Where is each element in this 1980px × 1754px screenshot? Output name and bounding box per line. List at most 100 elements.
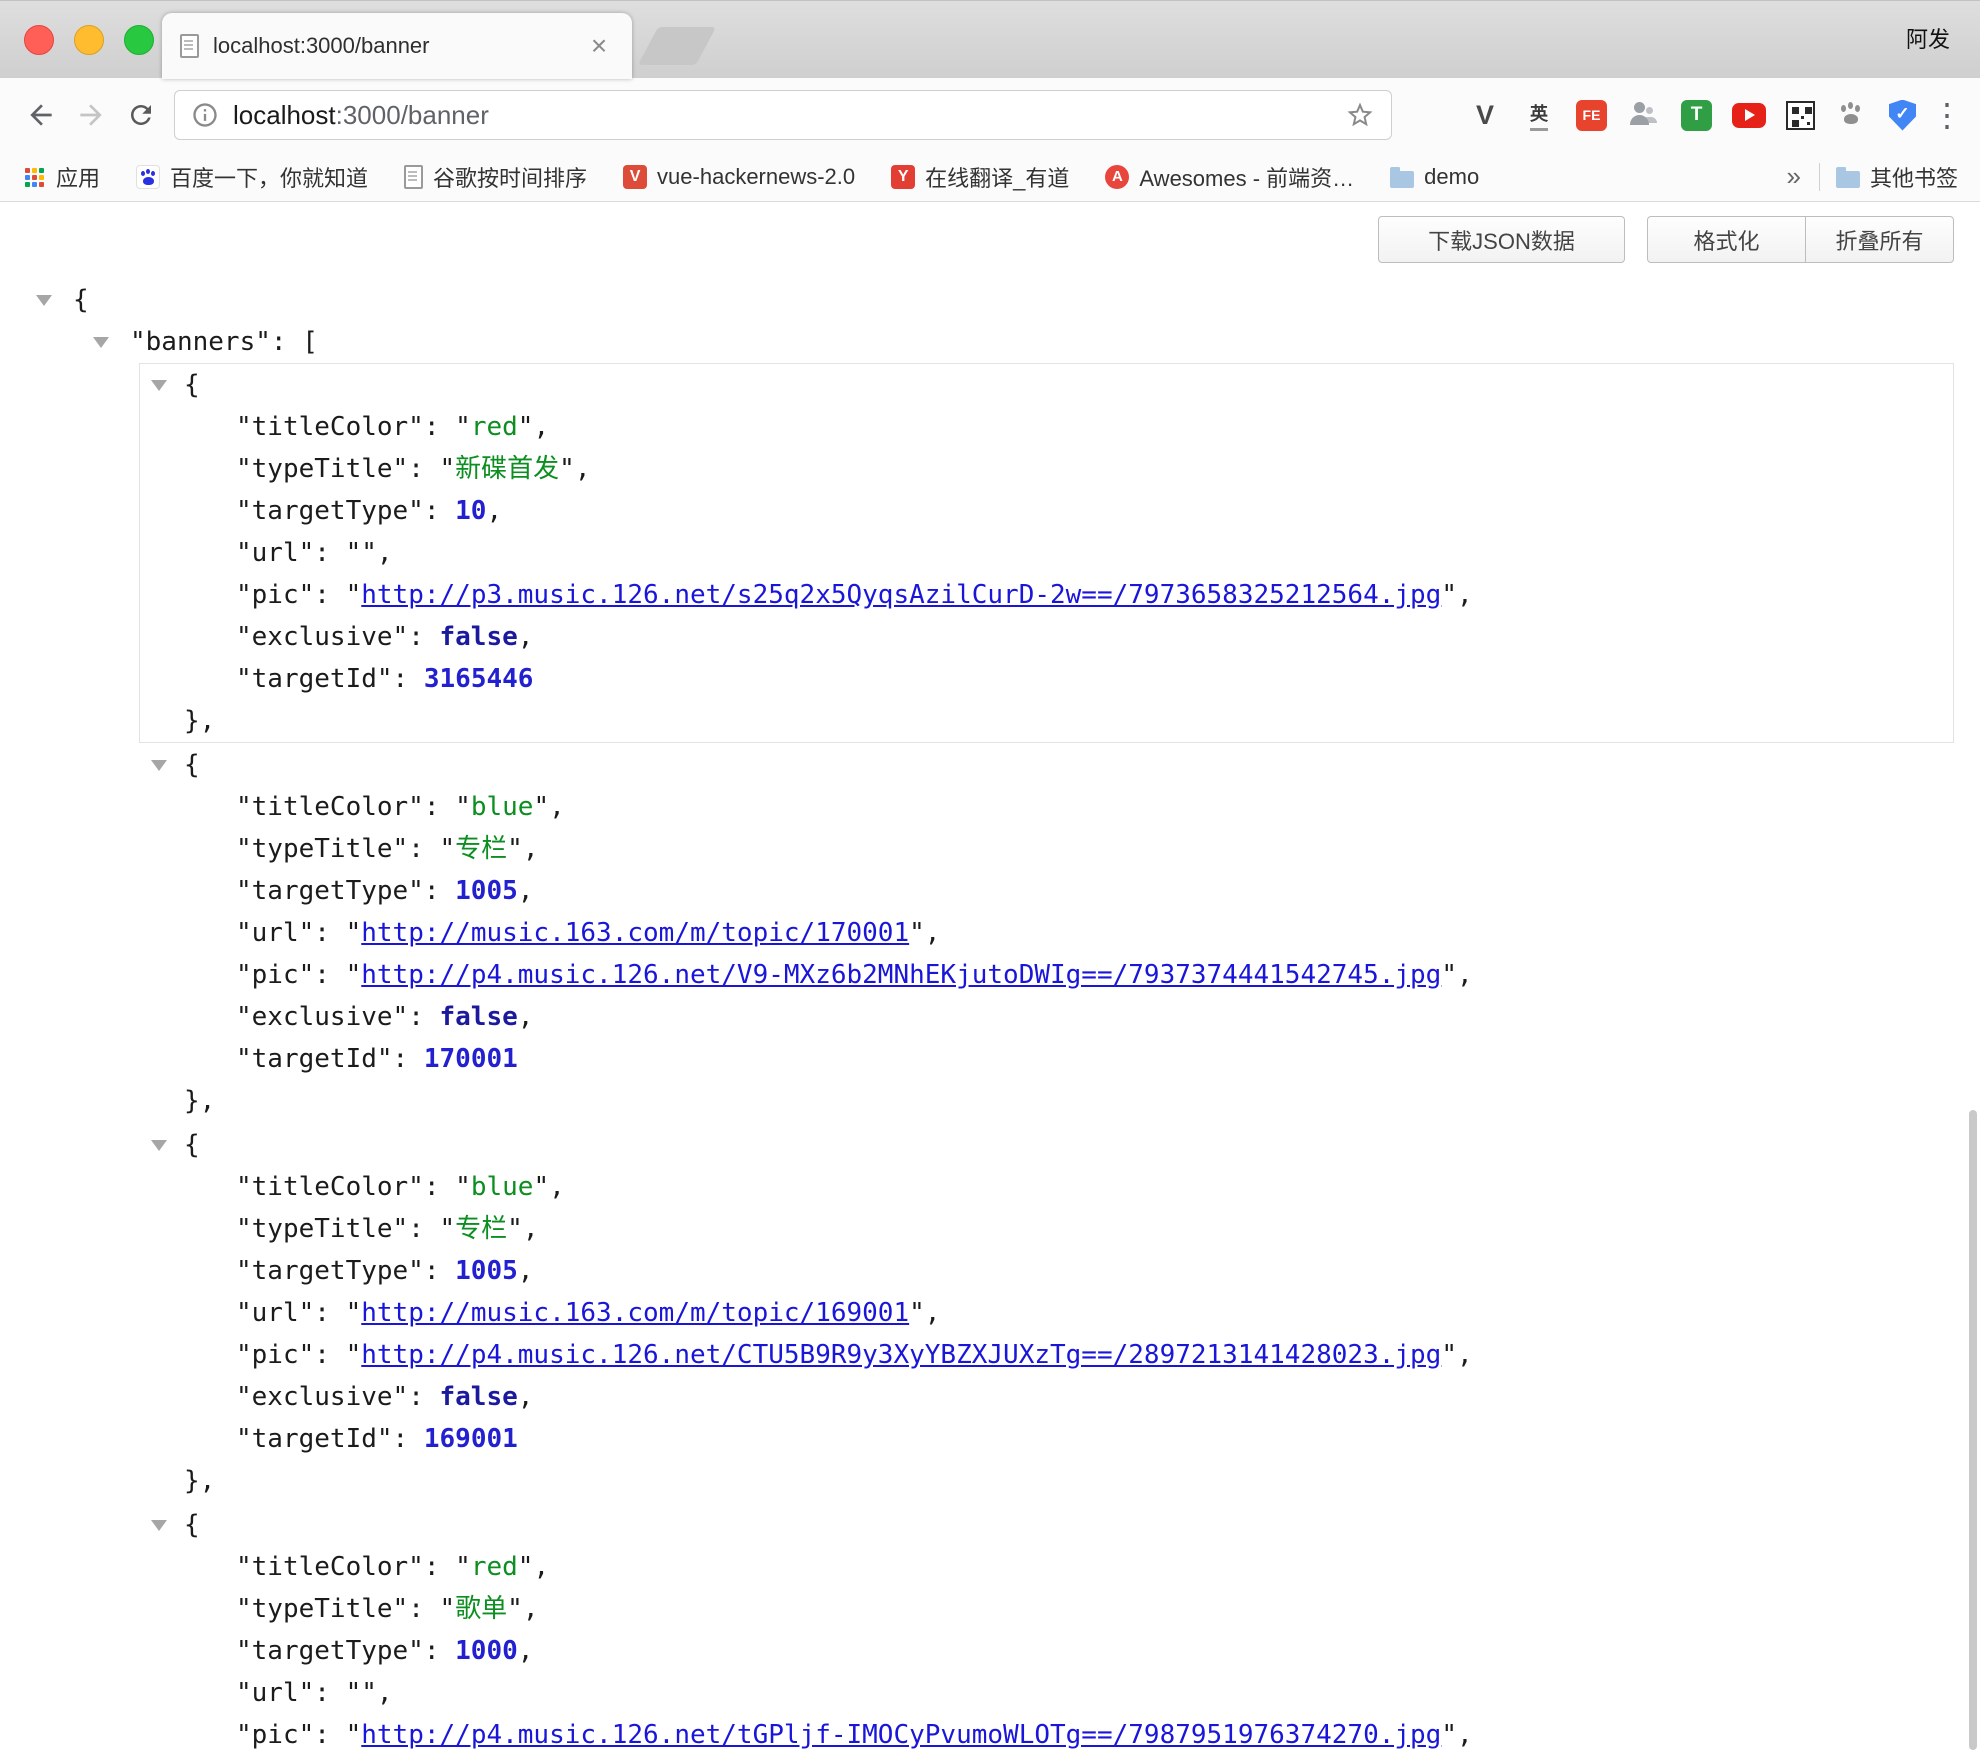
translate-icon[interactable]: 英: [1522, 98, 1556, 132]
download-json-button[interactable]: 下载JSON数据: [1378, 216, 1625, 263]
bookmark-item[interactable]: Y 在线翻译_有道: [891, 161, 1069, 193]
json-url-link[interactable]: http://music.163.com/m/topic/169001: [361, 1298, 909, 1328]
json-url-link[interactable]: http://p4.music.126.net/V9-MXz6b2MNhEKju…: [361, 960, 1441, 990]
json-line: "url": "http://music.163.com/m/topic/170…: [140, 912, 1953, 954]
json-punctuation: ": [440, 1214, 456, 1244]
json-key: "pic": [236, 960, 314, 990]
bookmark-item[interactable]: Vvue-hackernews-2.0: [623, 164, 855, 190]
qr-code-icon[interactable]: [1786, 101, 1815, 130]
bookmarks-divider: [1819, 163, 1820, 191]
awesomes-icon: A: [1105, 165, 1129, 189]
people-icon[interactable]: [1627, 98, 1661, 132]
back-button[interactable]: [16, 90, 66, 140]
fe-icon[interactable]: FE: [1576, 100, 1607, 131]
json-line: "exclusive": false,: [140, 616, 1953, 658]
other-bookmarks-item[interactable]: 其他书签: [1836, 161, 1958, 193]
json-punctuation: ": [346, 538, 362, 568]
shield-t-icon[interactable]: T: [1681, 100, 1712, 131]
play-icon[interactable]: [1732, 103, 1766, 128]
close-window-button[interactable]: [24, 25, 54, 55]
json-punctuation: :: [408, 1382, 439, 1412]
json-line: "banners": [: [0, 321, 1980, 363]
bookmark-item[interactable]: 百度一下，你就知道: [136, 161, 368, 193]
json-line: },: [140, 700, 1953, 742]
browser-window: { "window": { "profile_name": "阿发", "tab…: [0, 0, 1980, 1754]
json-key: "typeTitle": [236, 454, 408, 484]
json-key: "targetType": [236, 1256, 424, 1286]
json-line: "targetType": 1005,: [140, 870, 1953, 912]
bookmark-item[interactable]: demo: [1390, 164, 1479, 190]
json-key: "titleColor": [236, 792, 424, 822]
bookmark-label: Awesomes - 前端资…: [1139, 161, 1354, 193]
address-bar[interactable]: localhost:3000/banner: [174, 90, 1392, 140]
browser-tab[interactable]: localhost:3000/banner: [162, 13, 632, 79]
json-boolean-value: false: [440, 622, 518, 652]
collapse-toggle-icon[interactable]: [151, 380, 167, 391]
json-punctuation: :: [314, 1720, 345, 1750]
other-bookmarks-label: 其他书签: [1870, 161, 1958, 193]
json-punctuation: ,: [523, 834, 539, 864]
paw-icon[interactable]: [1835, 98, 1869, 132]
json-string-value: blue: [471, 1172, 534, 1202]
json-punctuation: :: [314, 918, 345, 948]
json-punctuation: ": [455, 1552, 471, 1582]
reload-button[interactable]: [116, 90, 166, 140]
json-punctuation: ,: [575, 454, 591, 484]
youdao-icon: Y: [891, 165, 915, 189]
json-punctuation: ,: [1457, 960, 1473, 990]
vue-icon: V: [623, 165, 647, 189]
shield-check-icon[interactable]: ✓: [1889, 100, 1916, 131]
json-line: "pic": "http://p4.music.126.net/CTU5B9R9…: [140, 1334, 1953, 1376]
zoom-window-button[interactable]: [124, 25, 154, 55]
bookmark-label: demo: [1424, 164, 1479, 190]
json-boolean-value: false: [440, 1002, 518, 1032]
json-line: "titleColor": "blue",: [140, 1166, 1953, 1208]
json-punctuation: ": [533, 792, 549, 822]
json-line: "exclusive": false,: [140, 996, 1953, 1038]
json-punctuation: :: [424, 496, 455, 526]
browser-menu-icon[interactable]: [1930, 98, 1964, 132]
collapse-toggle-icon[interactable]: [151, 1140, 167, 1151]
json-punctuation: :: [424, 1256, 455, 1286]
json-string-value: blue: [471, 792, 534, 822]
bookmarks-bar: 应用 百度一下，你就知道 谷歌按时间排序 Vvue-hackernews-2.0 Y 在线…: [0, 152, 1980, 202]
json-punctuation: ,: [523, 1594, 539, 1624]
json-punctuation: ": [1441, 580, 1457, 610]
scrollbar-thumb[interactable]: [1969, 1110, 1977, 1750]
url-host: localhost: [233, 100, 336, 130]
json-punctuation: ": [507, 834, 523, 864]
window-controls: [24, 25, 154, 55]
format-button[interactable]: 格式化: [1647, 216, 1806, 263]
bookmark-item[interactable]: 谷歌按时间排序: [404, 161, 587, 193]
collapse-toggle-icon[interactable]: [151, 1520, 167, 1531]
minimize-window-button[interactable]: [74, 25, 104, 55]
json-line: "targetId": 3165446: [140, 658, 1953, 700]
vimium-icon[interactable]: V: [1468, 98, 1502, 132]
json-line: "targetType": 1005,: [140, 1250, 1953, 1292]
reload-icon: [126, 100, 156, 130]
page-info-icon[interactable]: [191, 101, 219, 129]
json-url-link[interactable]: http://p4.music.126.net/CTU5B9R9y3XyYBZX…: [361, 1340, 1441, 1370]
collapse-toggle-icon[interactable]: [151, 760, 167, 771]
collapse-all-button[interactable]: 折叠所有: [1805, 216, 1954, 263]
json-url-link[interactable]: http://music.163.com/m/topic/170001: [361, 918, 909, 948]
forward-button[interactable]: [66, 90, 116, 140]
bookmark-label: 在线翻译_有道: [925, 161, 1069, 193]
bookmark-star-icon[interactable]: [1345, 100, 1375, 130]
collapse-toggle-icon[interactable]: [36, 295, 52, 306]
collapse-toggle-icon[interactable]: [93, 337, 109, 348]
json-punctuation: ": [455, 792, 471, 822]
bookmarks-overflow-chevron[interactable]: »: [1773, 161, 1815, 192]
extensions-row: V英 FE T ✓: [1468, 98, 1916, 132]
bookmark-item[interactable]: 应用: [22, 161, 100, 193]
json-url-link[interactable]: http://p3.music.126.net/s25q2x5QyqsAzilC…: [361, 580, 1441, 610]
tab-close-icon[interactable]: [584, 31, 614, 61]
json-line: "targetType": 1000,: [140, 1630, 1953, 1672]
json-key: "exclusive": [236, 622, 408, 652]
url-text[interactable]: localhost:3000/banner: [233, 100, 1331, 131]
json-url-link[interactable]: http://p4.music.126.net/tGPljf-IMOCyPvum…: [361, 1720, 1441, 1750]
json-key: "typeTitle": [236, 834, 408, 864]
bookmark-item[interactable]: A Awesomes - 前端资…: [1105, 161, 1354, 193]
new-tab-button[interactable]: [638, 27, 716, 65]
bookmark-items: 应用 百度一下，你就知道 谷歌按时间排序 Vvue-hackernews-2.0 Y 在线…: [22, 161, 1479, 193]
